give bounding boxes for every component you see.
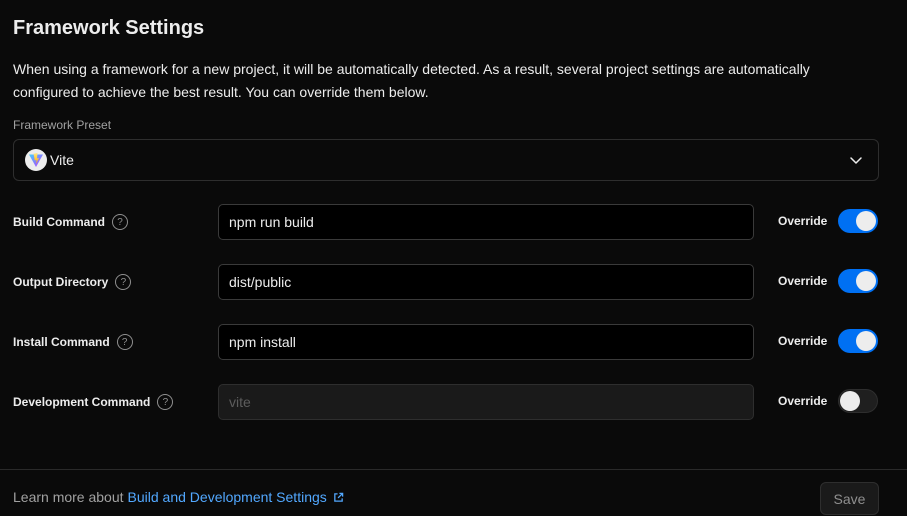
external-link-icon[interactable] xyxy=(333,492,344,503)
framework-preset-select[interactable]: Vite xyxy=(13,139,879,181)
output-directory-input[interactable] xyxy=(218,264,754,300)
setting-label: Output Directory xyxy=(13,275,109,289)
setting-row-output-directory: Output Directory ? Override xyxy=(0,264,907,300)
setting-label: Development Command xyxy=(13,395,151,409)
override-label: Override xyxy=(778,274,828,288)
development-command-override-toggle[interactable] xyxy=(838,389,878,413)
build-command-input[interactable] xyxy=(218,204,754,240)
build-settings-docs-link[interactable]: Build and Development Settings xyxy=(128,489,327,505)
framework-preset-value: Vite xyxy=(50,152,74,168)
learn-more-prefix: Learn more about xyxy=(13,489,124,505)
output-directory-override-toggle[interactable] xyxy=(838,269,878,293)
build-command-override-toggle[interactable] xyxy=(838,209,878,233)
toggle-knob xyxy=(840,391,860,411)
footer: Learn more about Build and Development S… xyxy=(0,470,907,516)
install-command-input[interactable] xyxy=(218,324,754,360)
help-icon[interactable]: ? xyxy=(157,394,174,410)
vite-logo-icon xyxy=(25,149,47,171)
save-button[interactable]: Save xyxy=(820,482,879,515)
toggle-knob xyxy=(856,331,876,351)
section-title: Framework Settings xyxy=(13,17,205,39)
chevron-down-icon xyxy=(848,152,864,173)
help-icon[interactable]: ? xyxy=(112,214,128,230)
setting-row-install-command: Install Command ? Override xyxy=(0,324,907,360)
framework-settings-panel: Framework Settings When using a framewor… xyxy=(0,0,907,516)
toggle-knob xyxy=(856,271,876,291)
section-description: When using a framework for a new project… xyxy=(13,61,810,100)
setting-row-development-command: Development Command ? Override xyxy=(0,384,907,420)
install-command-override-toggle[interactable] xyxy=(838,329,878,353)
setting-row-build-command: Build Command ? Override xyxy=(0,204,907,240)
learn-more-text: Learn more about Build and Development S… xyxy=(13,489,344,505)
help-icon[interactable]: ? xyxy=(115,274,132,290)
setting-label: Build Command xyxy=(13,215,105,229)
development-command-input[interactable] xyxy=(218,384,754,420)
framework-preset-label: Framework Preset xyxy=(13,118,112,132)
override-label: Override xyxy=(778,334,828,348)
setting-label: Install Command xyxy=(13,335,110,349)
help-icon[interactable]: ? xyxy=(116,334,133,350)
override-label: Override xyxy=(778,214,828,228)
toggle-knob xyxy=(856,211,876,231)
override-label: Override xyxy=(778,394,828,408)
